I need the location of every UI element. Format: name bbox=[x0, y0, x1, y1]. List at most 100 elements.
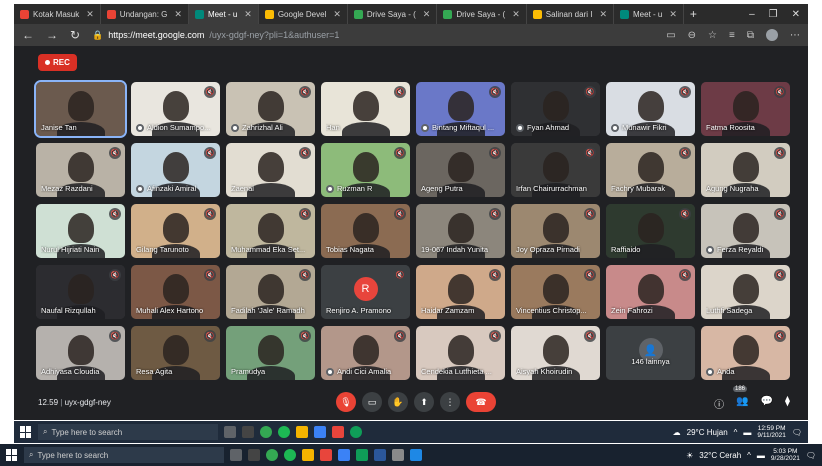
forward-icon[interactable]: → bbox=[46, 28, 58, 42]
network-icon[interactable]: ▬ bbox=[743, 428, 751, 437]
leave-call-button[interactable]: ☎ bbox=[466, 392, 496, 412]
new-tab-icon[interactable]: + bbox=[684, 7, 703, 21]
participant-tile[interactable]: 🔇 Gilang Tarunoto bbox=[131, 204, 220, 258]
more-options-button[interactable]: ⋮ bbox=[440, 392, 460, 412]
notification-icon[interactable]: 🗨 bbox=[806, 451, 816, 460]
weather-text[interactable]: 32°C Cerah bbox=[699, 451, 741, 460]
windows-start-icon[interactable] bbox=[6, 449, 18, 461]
store-icon[interactable] bbox=[332, 426, 344, 438]
participant-tile[interactable]: 🔇 Andi Cici Amalia bbox=[321, 326, 410, 380]
zoom-icon[interactable]: ⊖ bbox=[688, 30, 696, 41]
file-explorer-icon[interactable] bbox=[314, 426, 326, 438]
participant-tile[interactable]: 🔇 Haidar Zamzam bbox=[416, 265, 505, 319]
tab-close-icon[interactable]: ✕ bbox=[333, 9, 341, 20]
participant-tile[interactable]: 🔇 Nurul Hijriati Nain bbox=[36, 204, 125, 258]
profile-avatar[interactable] bbox=[766, 29, 778, 41]
participant-tile[interactable]: 🔇 Fyan Ahmad bbox=[511, 82, 600, 136]
browser-tab[interactable]: Kotak Masuk ✕ bbox=[14, 4, 101, 24]
participant-tile[interactable]: 🔇 Ageng Putra bbox=[416, 143, 505, 197]
participant-tile[interactable]: 🔇 Naufal Rizqullah bbox=[36, 265, 125, 319]
cast-icon[interactable]: ▭ bbox=[666, 30, 675, 41]
participant-tile[interactable]: 🔇 Resa Agita bbox=[131, 326, 220, 380]
participant-tile[interactable]: 🔇 Tobias Nagata bbox=[321, 204, 410, 258]
favorites-bar-icon[interactable]: ≡ bbox=[729, 30, 735, 41]
reload-icon[interactable]: ↻ bbox=[70, 28, 80, 42]
spotify-icon[interactable] bbox=[278, 426, 290, 438]
participant-tile[interactable]: Janise Tan bbox=[34, 80, 127, 138]
word-icon[interactable] bbox=[374, 449, 386, 461]
browser-tab[interactable]: Google Devel ✕ bbox=[259, 4, 348, 24]
close-icon[interactable]: ✕ bbox=[792, 9, 800, 20]
info-icon[interactable]: ⓘ bbox=[714, 396, 724, 411]
spotify-icon[interactable] bbox=[284, 449, 296, 461]
tray-chevron-icon[interactable]: ^ bbox=[734, 428, 738, 437]
task-view-icon[interactable] bbox=[242, 426, 254, 438]
raise-hand-button[interactable]: ✋ bbox=[388, 392, 408, 412]
participant-tile[interactable]: 🔇 Han bbox=[321, 82, 410, 136]
taskbar-search-input[interactable]: ⌕ Type here to search bbox=[24, 447, 224, 463]
network-icon[interactable]: ▬ bbox=[757, 451, 765, 460]
participant-tile[interactable]: 🔇 Fatma Roosita bbox=[701, 82, 790, 136]
tab-close-icon[interactable]: ✕ bbox=[423, 9, 431, 20]
participant-tile[interactable]: R 🔇 Renjiro A. Pramono bbox=[321, 265, 410, 319]
participant-tile[interactable]: 🔇 Aisyah Khoirudin bbox=[511, 326, 600, 380]
participant-tile[interactable]: 🔇 Adhiyasa Cloudia bbox=[36, 326, 125, 380]
camera-button[interactable]: ▭ bbox=[362, 392, 382, 412]
sticky-notes-icon[interactable] bbox=[296, 426, 308, 438]
browser-tab[interactable]: Drive Saya - (✕ bbox=[437, 4, 527, 24]
tab-close-icon[interactable]: ✕ bbox=[669, 9, 677, 20]
participant-tile[interactable]: 🔇 Luthfi Sadega bbox=[701, 265, 790, 319]
clock[interactable]: 12:59 PM 9/11/2021 bbox=[757, 425, 785, 439]
tab-close-icon[interactable]: ✕ bbox=[86, 9, 94, 20]
weather-text[interactable]: 29°C Hujan bbox=[687, 428, 728, 437]
present-button[interactable]: ⬆ bbox=[414, 392, 434, 412]
participant-tile[interactable]: 🔇 19-067 Indah Yunita bbox=[416, 204, 505, 258]
participant-tile[interactable]: 👤 146 lainnya bbox=[606, 326, 695, 380]
back-icon[interactable]: ← bbox=[22, 28, 34, 42]
tab-close-icon[interactable]: ✕ bbox=[244, 9, 252, 20]
taskbar-search-input[interactable]: ⌕ Type here to search bbox=[38, 424, 218, 440]
participant-tile[interactable]: 🔇 Zaenal bbox=[226, 143, 315, 197]
app-icon[interactable] bbox=[320, 449, 332, 461]
participant-tile[interactable]: 🔇 Cendekia Lutfhieta ... bbox=[416, 326, 505, 380]
sticky-notes-icon[interactable] bbox=[302, 449, 314, 461]
participant-tile[interactable]: 🔇 Irfan Chairurrachman bbox=[511, 143, 600, 197]
windows-start-icon[interactable] bbox=[20, 426, 32, 438]
participant-tile[interactable]: 🔇 Ruzman R bbox=[321, 143, 410, 197]
notification-icon[interactable]: 🗨 bbox=[792, 428, 802, 437]
browser-tab[interactable]: Salinan dari I ✕ bbox=[527, 4, 615, 24]
participant-tile[interactable]: 🔇 Pramudya bbox=[226, 326, 315, 380]
chrome-icon[interactable] bbox=[266, 449, 278, 461]
cortana-icon[interactable] bbox=[224, 426, 236, 438]
participant-tile[interactable]: 🔇 Aldion Sumampo... bbox=[131, 82, 220, 136]
browser-tab[interactable]: Drive Saya - (✕ bbox=[348, 4, 438, 24]
browser-tab[interactable]: Meet - u ✕ bbox=[188, 4, 259, 24]
favorite-icon[interactable]: ☆ bbox=[708, 30, 717, 41]
participant-tile[interactable]: 🔇 Anda bbox=[701, 326, 790, 380]
mic-off-button[interactable]: 🎙 bbox=[336, 392, 356, 412]
people-icon[interactable]: 👥 bbox=[736, 396, 748, 411]
participant-tile[interactable]: 🔇 Muhali Alex Hartono bbox=[131, 265, 220, 319]
more-icon[interactable]: ⋯ bbox=[790, 30, 800, 41]
photos-icon[interactable] bbox=[410, 449, 422, 461]
tab-close-icon[interactable]: ✕ bbox=[599, 9, 607, 20]
activities-icon[interactable]: ⧫ bbox=[785, 396, 790, 411]
participant-tile[interactable]: 🔇 Zein Fahrozi bbox=[606, 265, 695, 319]
chrome-icon[interactable] bbox=[260, 426, 272, 438]
clock[interactable]: 5:03 PM 9/28/2021 bbox=[771, 448, 800, 462]
participant-tile[interactable]: 🔇 Ferza Reyaldi bbox=[701, 204, 790, 258]
file-explorer-icon[interactable] bbox=[338, 449, 350, 461]
edge-icon[interactable] bbox=[356, 449, 368, 461]
browser-tab[interactable]: Meet - u ✕ bbox=[614, 4, 684, 24]
participant-tile[interactable]: 🔇 Mezaz Razdani bbox=[36, 143, 125, 197]
participant-tile[interactable]: 🔇 Zahrizhal Ali bbox=[226, 82, 315, 136]
participant-tile[interactable]: 🔇 Raffiaido bbox=[606, 204, 695, 258]
tab-close-icon[interactable]: ✕ bbox=[174, 9, 182, 20]
settings-icon[interactable] bbox=[392, 449, 404, 461]
participant-tile[interactable]: 🔇 Bintang Miftaqul ... bbox=[416, 82, 505, 136]
tray-chevron-icon[interactable]: ^ bbox=[747, 451, 751, 460]
participant-tile[interactable]: 🔇 Joy Opraza Pirnadi bbox=[511, 204, 600, 258]
task-view-icon[interactable] bbox=[248, 449, 260, 461]
chat-icon[interactable]: 💬 bbox=[761, 396, 773, 411]
cortana-icon[interactable] bbox=[230, 449, 242, 461]
